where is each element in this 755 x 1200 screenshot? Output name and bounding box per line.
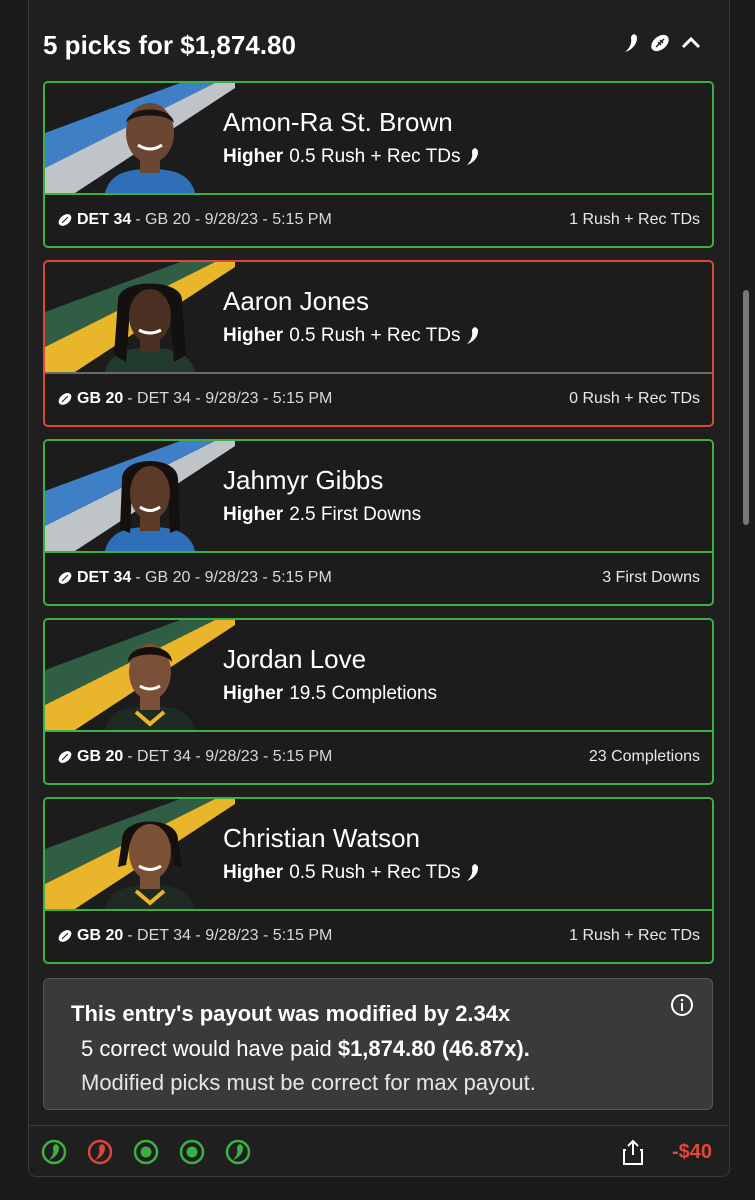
game-info: DET 34 - GB 20 - 9/28/23 - 5:15 PM xyxy=(57,211,332,229)
chili-pepper-icon xyxy=(467,327,479,344)
share-icon[interactable] xyxy=(620,1138,646,1166)
pick-projection: Higher 0.5 Rush + Rec TDs xyxy=(223,146,480,168)
pick-card[interactable]: Jordan Love Higher 19.5 Completions GB 2… xyxy=(43,618,714,785)
player-headshot xyxy=(105,644,195,730)
pick-status-win-icon xyxy=(133,1139,159,1165)
game-details: - DET 34 - 9/28/23 - 5:15 PM xyxy=(127,748,333,765)
notice-payout-line: 5 correct would have paid $1,874.80 (46.… xyxy=(81,1036,530,1062)
player-name: Christian Watson xyxy=(223,823,420,853)
entry-amount: -$40 xyxy=(671,1141,712,1163)
notice-title: This entry's payout was modified by 2.34… xyxy=(71,1001,511,1026)
pick-result: 23 Completions xyxy=(588,748,700,765)
pick-result: 0 Rush + Rec TDs xyxy=(569,390,700,407)
football-icon xyxy=(651,34,669,52)
pick-result: 3 First Downs xyxy=(602,569,700,586)
pick-direction: Higher xyxy=(223,146,284,167)
game-details: - DET 34 - 9/28/23 - 5:15 PM xyxy=(127,390,333,407)
pick-direction: Higher xyxy=(223,504,284,525)
pick-line-value: 2.5 First Downs xyxy=(289,504,422,525)
player-name: Amon-Ra St. Brown xyxy=(223,107,453,137)
entry-footer: -$40 xyxy=(40,1138,720,1168)
notice-payout-amount: $1,874.80 (46.87x). xyxy=(337,1036,530,1061)
scrollbar[interactable] xyxy=(743,290,749,525)
game-info: GB 20 - DET 34 - 9/28/23 - 5:15 PM xyxy=(57,390,332,408)
game-details: - GB 20 - 9/28/23 - 5:15 PM xyxy=(135,569,332,586)
pick-line-value: 0.5 Rush + Rec TDs xyxy=(289,325,461,346)
team-score: DET 34 xyxy=(77,569,132,586)
player-headshot xyxy=(105,821,195,909)
pick-line-value: 0.5 Rush + Rec TDs xyxy=(289,862,461,883)
game-info: GB 20 - DET 34 - 9/28/23 - 5:15 PM xyxy=(57,927,332,945)
pick-status-win-icon xyxy=(225,1139,251,1165)
pick-line-value: 0.5 Rush + Rec TDs xyxy=(289,146,461,167)
team-score: GB 20 xyxy=(77,390,124,407)
chili-pepper-icon xyxy=(625,34,637,52)
pick-projection: Higher 0.5 Rush + Rec TDs xyxy=(223,862,480,884)
notice-requirement: Modified picks must be correct for max p… xyxy=(81,1070,536,1095)
pick-status-loss-icon xyxy=(87,1139,113,1165)
football-icon xyxy=(58,214,72,226)
footer-divider xyxy=(28,1125,728,1126)
info-icon[interactable] xyxy=(670,993,694,1017)
pick-direction: Higher xyxy=(223,325,284,346)
pick-status-win-icon xyxy=(41,1139,67,1165)
pick-card[interactable]: Christian Watson Higher 0.5 Rush + Rec T… xyxy=(43,797,714,964)
entry-title: 5 picks for $1,874.80 xyxy=(43,30,296,60)
pick-card[interactable]: Amon-Ra St. Brown Higher 0.5 Rush + Rec … xyxy=(43,81,714,248)
pick-card[interactable]: Aaron Jones Higher 0.5 Rush + Rec TDs GB… xyxy=(43,260,714,427)
pick-result: 1 Rush + Rec TDs xyxy=(569,927,700,944)
notice-payout-prefix: 5 correct would have paid xyxy=(81,1036,338,1061)
payout-notice: This entry's payout was modified by 2.34… xyxy=(43,978,713,1110)
pick-status-win-icon xyxy=(179,1139,205,1165)
player-name: Jahmyr Gibbs xyxy=(223,465,384,495)
player-name: Jordan Love xyxy=(223,644,367,674)
football-icon xyxy=(58,930,72,942)
pick-card[interactable]: Jahmyr Gibbs Higher 2.5 First Downs DET … xyxy=(43,439,714,606)
pick-line-value: 19.5 Completions xyxy=(289,683,438,704)
pick-projection: Higher 2.5 First Downs xyxy=(223,504,421,526)
game-details: - GB 20 - 9/28/23 - 5:15 PM xyxy=(135,211,332,228)
game-details: - DET 34 - 9/28/23 - 5:15 PM xyxy=(127,927,333,944)
game-info: GB 20 - DET 34 - 9/28/23 - 5:15 PM xyxy=(57,748,332,766)
pick-projection: Higher 19.5 Completions xyxy=(223,683,437,705)
game-info: DET 34 - GB 20 - 9/28/23 - 5:15 PM xyxy=(57,569,332,587)
pick-result: 1 Rush + Rec TDs xyxy=(569,211,700,228)
pick-direction: Higher xyxy=(223,683,284,704)
chili-pepper-icon xyxy=(467,148,479,165)
pick-direction: Higher xyxy=(223,862,284,883)
football-icon xyxy=(58,572,72,584)
chevron-up-icon[interactable] xyxy=(679,32,703,54)
football-icon xyxy=(58,393,72,405)
pick-projection: Higher 0.5 Rush + Rec TDs xyxy=(223,325,480,347)
entry-header[interactable]: 5 picks for $1,874.80 xyxy=(43,24,713,64)
chili-pepper-icon xyxy=(467,864,479,881)
player-headshot xyxy=(105,283,195,372)
player-headshot xyxy=(105,461,195,551)
team-score: DET 34 xyxy=(77,211,132,228)
team-score: GB 20 xyxy=(77,927,124,944)
football-icon xyxy=(58,751,72,763)
player-headshot xyxy=(105,103,195,193)
player-name: Aaron Jones xyxy=(223,286,369,316)
team-score: GB 20 xyxy=(77,748,124,765)
